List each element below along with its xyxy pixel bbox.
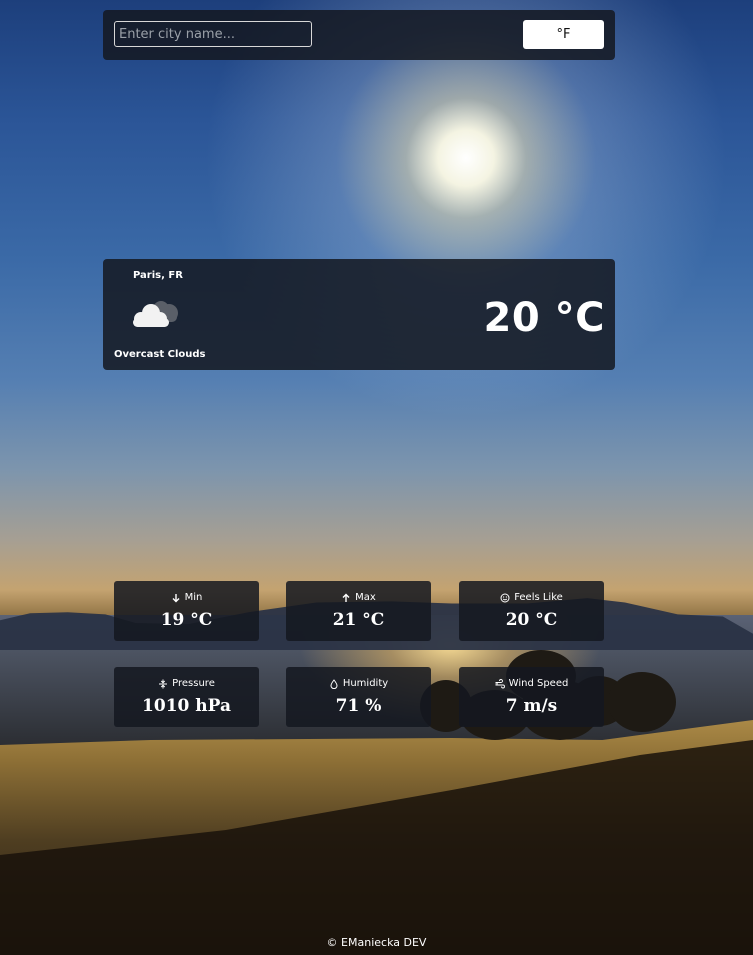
stat-label: Wind Speed (508, 678, 569, 689)
pressure-card: Pressure 1010 hPa (114, 667, 259, 727)
droplet-icon (329, 678, 339, 689)
stat-label: Max (355, 592, 376, 603)
current-weather-card: Paris, FR Overcast Clouds 20 °C (103, 259, 615, 370)
max-temp-card: Max 21 °C (286, 581, 431, 641)
humidity-card: Humidity 71 % (286, 667, 431, 727)
search-bar: °F (103, 10, 615, 60)
wind-icon (495, 678, 505, 689)
feels-like-card: Feels Like 20 °C (459, 581, 604, 641)
stat-value: 21 °C (332, 610, 385, 630)
stat-value: 20 °C (505, 610, 558, 630)
stat-label: Feels Like (514, 592, 563, 603)
footer-credit: © EManiecka DEV (326, 936, 427, 949)
smiley-icon (500, 593, 510, 603)
arrow-up-icon (341, 593, 351, 603)
stat-label: Pressure (172, 678, 215, 689)
city-search-input[interactable] (114, 21, 312, 47)
condition-label: Overcast Clouds (114, 349, 206, 360)
stat-value: 1010 hPa (142, 696, 231, 716)
stat-label: Humidity (342, 678, 389, 689)
min-temp-card: Min 19 °C (114, 581, 259, 641)
stat-value: 71 % (335, 696, 382, 716)
unit-toggle-button[interactable]: °F (523, 20, 604, 49)
location-label: Paris, FR (133, 270, 183, 281)
current-temperature: 20 °C (483, 295, 605, 341)
arrow-down-icon (171, 593, 181, 603)
stat-value: 7 m/s (505, 696, 558, 716)
wind-speed-card: Wind Speed 7 m/s (459, 667, 604, 727)
pressure-icon (158, 679, 168, 689)
stat-label: Min (184, 592, 203, 603)
stat-value: 19 °C (160, 610, 213, 630)
overcast-clouds-icon (129, 299, 181, 333)
